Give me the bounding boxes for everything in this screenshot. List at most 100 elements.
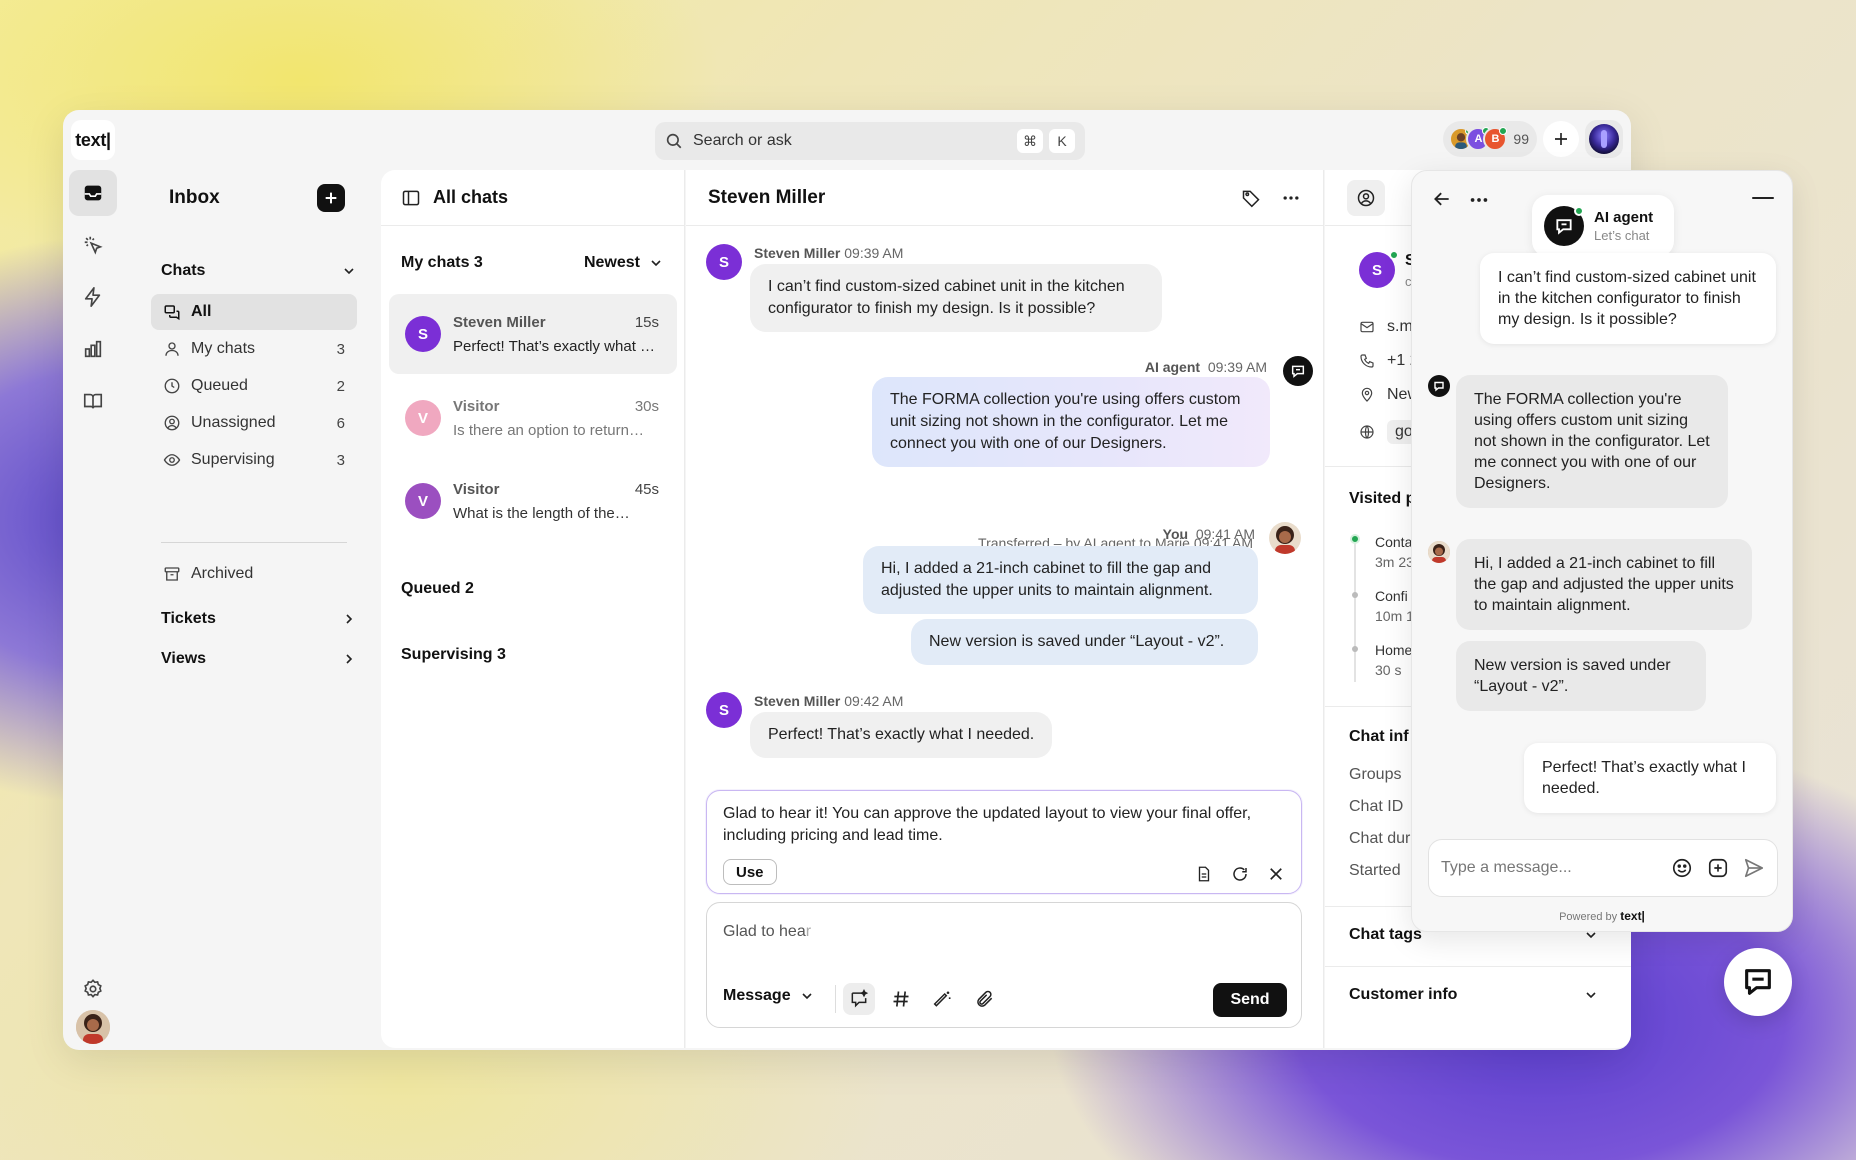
- document-icon[interactable]: [1195, 865, 1213, 883]
- customer-tab[interactable]: [1347, 179, 1385, 216]
- user-avatar[interactable]: [76, 1010, 110, 1044]
- visited-page-item[interactable]: Conta 3m 23: [1375, 534, 1414, 570]
- composer-divider: [835, 985, 836, 1013]
- magic-wand-button[interactable]: [927, 983, 959, 1015]
- global-search[interactable]: Search or ask ⌘ K: [655, 122, 1085, 160]
- chevron-down-icon: [799, 988, 815, 1004]
- agent-name: AI agent: [1594, 209, 1654, 226]
- sidebar-item-supervising[interactable]: Supervising 3: [151, 442, 357, 478]
- visited-page-item[interactable]: Home 30 s: [1375, 642, 1412, 678]
- tag-icon[interactable]: [1241, 188, 1261, 208]
- more-icon[interactable]: [1281, 188, 1301, 208]
- back-arrow-icon[interactable]: [1432, 189, 1452, 209]
- message-mode-dropdown[interactable]: Message: [723, 987, 815, 1005]
- message-bubble-incoming: Perfect! That’s exactly what I needed.: [750, 712, 1053, 758]
- sidebar-title: Inbox: [169, 187, 220, 208]
- mail-icon: [1359, 319, 1375, 335]
- chat-preview: What is the length of the…: [453, 505, 630, 522]
- sidebar-toggle-icon[interactable]: [401, 188, 421, 208]
- timeline-dot: [1352, 646, 1358, 652]
- rail-settings[interactable]: [69, 966, 117, 1012]
- chat-launcher-button[interactable]: [1724, 948, 1792, 1016]
- sidebar-item-label: All: [191, 303, 212, 320]
- top-right-controls: A B 99: [1443, 120, 1623, 158]
- supervising-label: Supervising 3: [401, 646, 506, 663]
- ai-assistant-button[interactable]: [1585, 120, 1623, 158]
- chat-info-title: Chat inf: [1349, 728, 1409, 745]
- my-chats-label: My chats 3: [401, 254, 483, 271]
- add-attachment-icon[interactable]: [1707, 857, 1729, 879]
- close-icon[interactable]: [1267, 865, 1285, 883]
- rail-inbox[interactable]: [69, 170, 117, 216]
- team-avatars[interactable]: A B 99: [1443, 121, 1537, 157]
- refresh-icon[interactable]: [1231, 865, 1249, 883]
- widget-message-input[interactable]: Type a message...: [1428, 839, 1778, 897]
- rail-reports[interactable]: [69, 326, 117, 372]
- tickets-section-toggle[interactable]: Tickets: [161, 610, 357, 628]
- chat-row[interactable]: V Visitor 45s What is the length of the…: [389, 461, 677, 541]
- chevron-down-icon: [1583, 987, 1599, 1003]
- chat-time: 30s: [634, 398, 659, 415]
- add-button[interactable]: [1543, 121, 1579, 157]
- chat-list-header: All chats: [381, 170, 684, 226]
- new-chat-button[interactable]: [317, 184, 345, 212]
- more-icon[interactable]: [1468, 189, 1490, 211]
- send-icon[interactable]: [1743, 857, 1765, 879]
- ai-agent-icon: [1544, 206, 1584, 246]
- use-suggestion-button[interactable]: Use: [723, 859, 777, 885]
- visited-page-item[interactable]: Confi 10m 1: [1375, 588, 1414, 624]
- chat-bubble-icon: [1741, 965, 1775, 999]
- left-rail: [63, 170, 117, 1050]
- sidebar-item-my-chats[interactable]: My chats 3: [151, 331, 357, 367]
- chevron-down-icon: [341, 263, 357, 279]
- sidebar-item-count: 6: [336, 414, 345, 432]
- minimize-button[interactable]: [1752, 197, 1774, 199]
- sidebar-item-unassigned[interactable]: Unassigned 6: [151, 405, 357, 441]
- globe-icon: [1359, 424, 1375, 440]
- info-label: Started: [1349, 862, 1401, 879]
- chats-section-toggle[interactable]: Chats: [161, 262, 357, 280]
- app-logo[interactable]: text|: [71, 120, 115, 160]
- suggestion-text: Glad to hear it! You can approve the upd…: [723, 805, 1252, 844]
- sidebar-item-queued[interactable]: Queued 2: [151, 368, 357, 404]
- chat-row[interactable]: S Steven Miller 15s Perfect! That’s exac…: [389, 294, 677, 374]
- sidebar-item-archived[interactable]: Archived: [151, 556, 357, 592]
- emoji-icon[interactable]: [1671, 857, 1693, 879]
- attach-button[interactable]: [969, 983, 1001, 1015]
- hash-icon: [891, 989, 911, 1009]
- visited-pages-title: Visited p: [1349, 490, 1416, 507]
- canned-response-button[interactable]: [885, 983, 917, 1015]
- chat-row[interactable]: V Visitor 30s Is there an option to retu…: [389, 378, 677, 458]
- team-avatar: B: [1483, 127, 1508, 151]
- message-input[interactable]: Glad to hear: [723, 923, 811, 941]
- powered-by: Powered by text|: [1559, 909, 1645, 923]
- customer-location: New: [1359, 386, 1419, 404]
- send-button[interactable]: Send: [1213, 983, 1287, 1017]
- magic-wand-icon: [933, 989, 953, 1009]
- widget-input-placeholder: Type a message...: [1441, 859, 1572, 876]
- avatar: V: [405, 400, 441, 436]
- supervising-group[interactable]: Supervising 3: [401, 646, 664, 664]
- message-bubble-incoming: I can’t find custom-sized cabinet unit i…: [750, 264, 1162, 332]
- plus-icon: [1552, 130, 1570, 148]
- conversation-panel: Steven Miller S Steven Miller 09:39 AM I…: [686, 170, 1324, 1048]
- customer-info-toggle[interactable]: Customer info: [1349, 986, 1599, 1004]
- sidebar-item-count: 2: [336, 377, 345, 395]
- sort-dropdown[interactable]: Newest: [584, 254, 664, 272]
- rail-automation[interactable]: [69, 274, 117, 320]
- queued-group[interactable]: Queued 2: [401, 580, 664, 598]
- avatar: S: [405, 316, 441, 352]
- message-composer[interactable]: Glad to hear Message Send: [706, 902, 1302, 1028]
- message-meta: Steven Miller 09:39 AM: [754, 245, 904, 261]
- sidebar-item-count: 3: [336, 340, 345, 358]
- plus-icon: [323, 190, 339, 206]
- sidebar-item-label: My chats: [191, 340, 256, 357]
- sidebar-item-all[interactable]: All: [151, 294, 357, 330]
- ai-reply-button[interactable]: [843, 983, 875, 1015]
- rail-engage[interactable]: [69, 222, 117, 268]
- my-chats-group[interactable]: My chats 3 Newest: [401, 254, 664, 272]
- views-section-toggle[interactable]: Views: [161, 650, 357, 668]
- shortcut-key-cmd: ⌘: [1017, 129, 1043, 153]
- shortcut-key-k: K: [1049, 129, 1075, 153]
- rail-knowledge[interactable]: [69, 378, 117, 424]
